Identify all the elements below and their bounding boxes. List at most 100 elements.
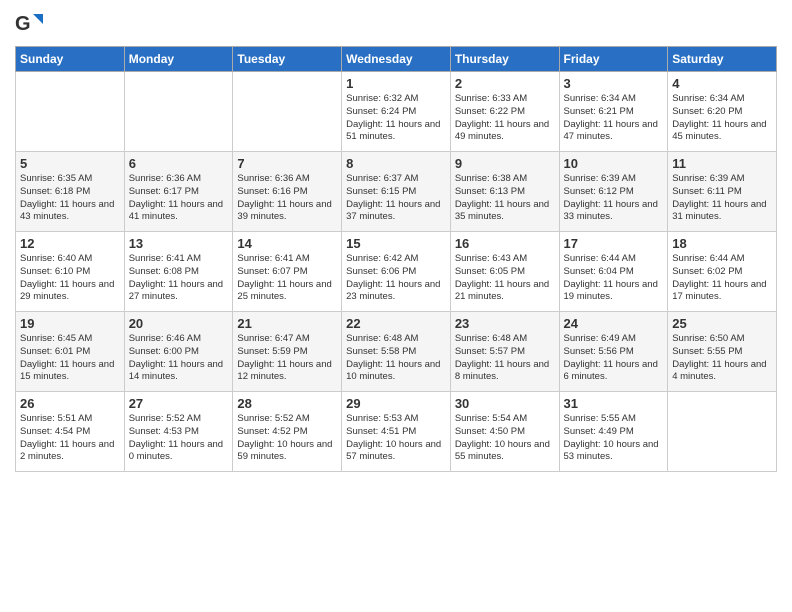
calendar-cell: 1Sunrise: 6:32 AM Sunset: 6:24 PM Daylig…: [342, 72, 451, 152]
day-number: 3: [564, 76, 664, 91]
header: G: [15, 10, 777, 38]
day-info: Sunrise: 6:44 AM Sunset: 6:02 PM Dayligh…: [672, 253, 772, 304]
calendar-cell: 27Sunrise: 5:52 AM Sunset: 4:53 PM Dayli…: [124, 392, 233, 472]
day-number: 26: [20, 396, 120, 411]
day-info: Sunrise: 5:51 AM Sunset: 4:54 PM Dayligh…: [20, 413, 120, 464]
day-info: Sunrise: 6:34 AM Sunset: 6:20 PM Dayligh…: [672, 93, 772, 144]
day-info: Sunrise: 6:42 AM Sunset: 6:06 PM Dayligh…: [346, 253, 446, 304]
calendar-cell: [16, 72, 125, 152]
day-number: 8: [346, 156, 446, 171]
weekday-header-friday: Friday: [559, 47, 668, 72]
calendar-week-4: 19Sunrise: 6:45 AM Sunset: 6:01 PM Dayli…: [16, 312, 777, 392]
calendar-page: G SundayMondayTuesdayWednesdayThursdayFr…: [0, 0, 792, 612]
calendar-cell: 12 Sunrise: 6:40 AM Sunset: 6:10 PM Dayli…: [16, 232, 125, 312]
day-number: 16: [455, 236, 555, 251]
day-number: 13: [129, 236, 229, 251]
day-number: 14: [237, 236, 337, 251]
day-number: 5: [20, 156, 120, 171]
day-info: Sunrise: 6:44 AM Sunset: 6:04 PM Dayligh…: [564, 253, 664, 304]
day-info: Sunrise: 6:41 AM Sunset: 6:07 PM Dayligh…: [237, 253, 337, 304]
weekday-header-sunday: Sunday: [16, 47, 125, 72]
day-number: 6: [129, 156, 229, 171]
day-number: 2: [455, 76, 555, 91]
calendar-cell: 25Sunrise: 6:50 AM Sunset: 5:55 PM Dayli…: [668, 312, 777, 392]
day-info: Sunrise: 6:48 AM Sunset: 5:57 PM Dayligh…: [455, 333, 555, 384]
day-info: Sunrise: 6:48 AM Sunset: 5:58 PM Dayligh…: [346, 333, 446, 384]
day-number: 9: [455, 156, 555, 171]
day-info: Sunrise: 5:55 AM Sunset: 4:49 PM Dayligh…: [564, 413, 664, 464]
calendar-cell: 2Sunrise: 6:33 AM Sunset: 6:22 PM Daylig…: [450, 72, 559, 152]
weekday-header-tuesday: Tuesday: [233, 47, 342, 72]
calendar-cell: [124, 72, 233, 152]
calendar-cell: 22 Sunrise: 6:48 AM Sunset: 5:58 PM Dayli…: [342, 312, 451, 392]
calendar-cell: 8 Sunrise: 6:37 AM Sunset: 6:15 PM Daylig…: [342, 152, 451, 232]
day-number: 4: [672, 76, 772, 91]
calendar-cell: 30Sunrise: 5:54 AM Sunset: 4:50 PM Dayli…: [450, 392, 559, 472]
logo: G: [15, 10, 47, 38]
calendar-cell: 7 Sunrise: 6:36 AM Sunset: 6:16 PM Daylig…: [233, 152, 342, 232]
day-number: 10: [564, 156, 664, 171]
day-number: 22: [346, 316, 446, 331]
calendar-cell: 15 Sunrise: 6:42 AM Sunset: 6:06 PM Dayli…: [342, 232, 451, 312]
calendar-cell: 3Sunrise: 6:34 AM Sunset: 6:21 PM Daylig…: [559, 72, 668, 152]
day-number: 11: [672, 156, 772, 171]
day-info: Sunrise: 6:35 AM Sunset: 6:18 PM Dayligh…: [20, 173, 120, 224]
calendar-cell: 26 Sunrise: 5:51 AM Sunset: 4:54 PM Dayli…: [16, 392, 125, 472]
calendar-week-1: 1Sunrise: 6:32 AM Sunset: 6:24 PM Daylig…: [16, 72, 777, 152]
calendar-cell: 16 Sunrise: 6:43 AM Sunset: 6:05 PM Dayli…: [450, 232, 559, 312]
calendar-cell: 20 Sunrise: 6:46 AM Sunset: 6:00 PM Dayli…: [124, 312, 233, 392]
day-number: 20: [129, 316, 229, 331]
day-info: Sunrise: 5:53 AM Sunset: 4:51 PM Dayligh…: [346, 413, 446, 464]
day-info: Sunrise: 5:54 AM Sunset: 4:50 PM Dayligh…: [455, 413, 555, 464]
day-info: Sunrise: 6:47 AM Sunset: 5:59 PM Dayligh…: [237, 333, 337, 384]
day-info: Sunrise: 6:49 AM Sunset: 5:56 PM Dayligh…: [564, 333, 664, 384]
day-info: Sunrise: 6:37 AM Sunset: 6:15 PM Dayligh…: [346, 173, 446, 224]
day-number: 31: [564, 396, 664, 411]
calendar-cell: 17 Sunrise: 6:44 AM Sunset: 6:04 PM Dayli…: [559, 232, 668, 312]
calendar-cell: 14 Sunrise: 6:41 AM Sunset: 6:07 PM Dayli…: [233, 232, 342, 312]
day-number: 1: [346, 76, 446, 91]
day-info: Sunrise: 6:38 AM Sunset: 6:13 PM Dayligh…: [455, 173, 555, 224]
calendar-cell: 31 Sunrise: 5:55 AM Sunset: 4:49 PM Dayli…: [559, 392, 668, 472]
calendar-table: SundayMondayTuesdayWednesdayThursdayFrid…: [15, 46, 777, 472]
calendar-cell: 21 Sunrise: 6:47 AM Sunset: 5:59 PM Dayli…: [233, 312, 342, 392]
day-number: 7: [237, 156, 337, 171]
calendar-cell: 5 Sunrise: 6:35 AM Sunset: 6:18 PM Daylig…: [16, 152, 125, 232]
day-number: 23: [455, 316, 555, 331]
calendar-cell: [668, 392, 777, 472]
day-number: 21: [237, 316, 337, 331]
day-info: Sunrise: 6:39 AM Sunset: 6:12 PM Dayligh…: [564, 173, 664, 224]
calendar-cell: 19Sunrise: 6:45 AM Sunset: 6:01 PM Dayli…: [16, 312, 125, 392]
day-number: 12: [20, 236, 120, 251]
day-info: Sunrise: 6:46 AM Sunset: 6:00 PM Dayligh…: [129, 333, 229, 384]
day-info: Sunrise: 6:43 AM Sunset: 6:05 PM Dayligh…: [455, 253, 555, 304]
calendar-cell: 9 Sunrise: 6:38 AM Sunset: 6:13 PM Daylig…: [450, 152, 559, 232]
weekday-header-row: SundayMondayTuesdayWednesdayThursdayFrid…: [16, 47, 777, 72]
day-info: Sunrise: 6:36 AM Sunset: 6:17 PM Dayligh…: [129, 173, 229, 224]
calendar-cell: 4 Sunrise: 6:34 AM Sunset: 6:20 PM Daylig…: [668, 72, 777, 152]
calendar-cell: 18 Sunrise: 6:44 AM Sunset: 6:02 PM Dayli…: [668, 232, 777, 312]
day-number: 29: [346, 396, 446, 411]
day-number: 17: [564, 236, 664, 251]
day-info: Sunrise: 6:39 AM Sunset: 6:11 PM Dayligh…: [672, 173, 772, 224]
day-number: 24: [564, 316, 664, 331]
day-info: Sunrise: 5:52 AM Sunset: 4:53 PM Dayligh…: [129, 413, 229, 464]
calendar-cell: 11 Sunrise: 6:39 AM Sunset: 6:11 PM Dayli…: [668, 152, 777, 232]
calendar-week-2: 5 Sunrise: 6:35 AM Sunset: 6:18 PM Daylig…: [16, 152, 777, 232]
weekday-header-thursday: Thursday: [450, 47, 559, 72]
weekday-header-saturday: Saturday: [668, 47, 777, 72]
day-info: Sunrise: 5:52 AM Sunset: 4:52 PM Dayligh…: [237, 413, 337, 464]
day-number: 28: [237, 396, 337, 411]
calendar-cell: 10 Sunrise: 6:39 AM Sunset: 6:12 PM Dayli…: [559, 152, 668, 232]
calendar-week-3: 12 Sunrise: 6:40 AM Sunset: 6:10 PM Dayli…: [16, 232, 777, 312]
logo-icon: G: [15, 10, 43, 38]
day-info: Sunrise: 6:36 AM Sunset: 6:16 PM Dayligh…: [237, 173, 337, 224]
day-number: 18: [672, 236, 772, 251]
svg-text:G: G: [15, 13, 31, 35]
calendar-cell: 24 Sunrise: 6:49 AM Sunset: 5:56 PM Dayli…: [559, 312, 668, 392]
calendar-cell: 6 Sunrise: 6:36 AM Sunset: 6:17 PM Daylig…: [124, 152, 233, 232]
calendar-cell: 28 Sunrise: 5:52 AM Sunset: 4:52 PM Dayli…: [233, 392, 342, 472]
day-number: 15: [346, 236, 446, 251]
day-info: Sunrise: 6:41 AM Sunset: 6:08 PM Dayligh…: [129, 253, 229, 304]
day-info: Sunrise: 6:40 AM Sunset: 6:10 PM Dayligh…: [20, 253, 120, 304]
